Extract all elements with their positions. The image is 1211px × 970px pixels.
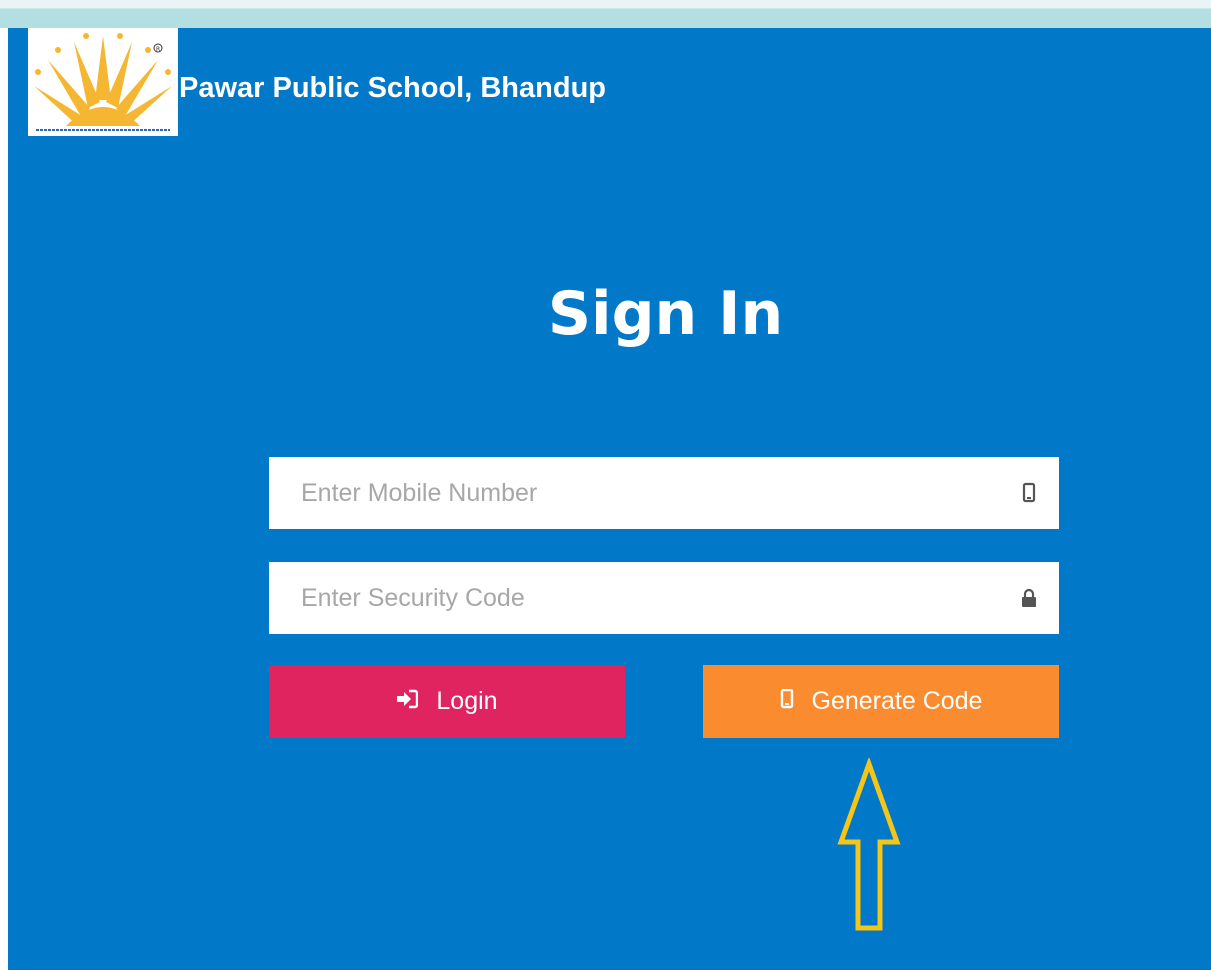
school-logo: R (28, 28, 178, 136)
up-arrow-outline-icon (834, 756, 904, 938)
browser-top-strip (0, 0, 1211, 28)
svg-text:R: R (156, 46, 160, 53)
login-panel: R Pawar Public School, Bhandup Sign In E… (8, 28, 1211, 970)
generate-code-button[interactable]: Generate Code (703, 665, 1059, 738)
login-button-label: Login (436, 687, 498, 715)
generate-code-button-label: Generate Code (811, 687, 983, 715)
security-code-input[interactable] (269, 562, 1021, 634)
page-title: Sign In (547, 279, 784, 349)
mobile-phone-icon (780, 687, 794, 716)
sunburst-logo-icon: R (34, 33, 172, 131)
left-edge-strip (0, 28, 8, 970)
mobile-number-field (269, 457, 1059, 529)
mobile-number-input[interactable] (269, 457, 1021, 529)
login-button[interactable]: Login (269, 665, 625, 738)
sign-in-icon (396, 687, 419, 716)
lock-icon (1019, 587, 1039, 609)
school-name: Pawar Public School, Bhandup (179, 72, 606, 104)
mobile-phone-icon (1019, 482, 1039, 504)
security-code-field (269, 562, 1059, 634)
